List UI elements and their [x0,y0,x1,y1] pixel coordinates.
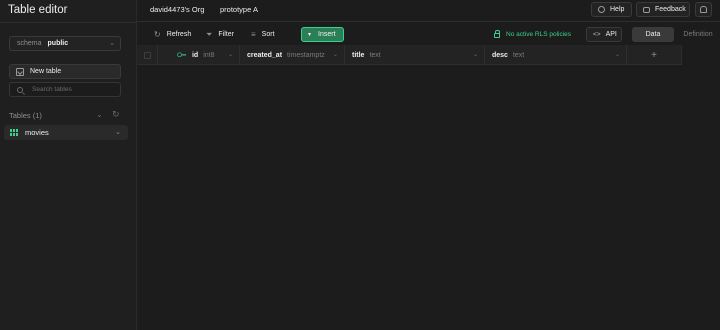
chevron-down-icon[interactable]: ⌄ [333,51,338,58]
tab-data[interactable]: Data [632,27,674,42]
sidebar: Table editor schema public ⌄ New table S… [0,0,137,330]
message-icon [643,6,650,13]
schema-label: schema [17,40,42,47]
refresh-button[interactable]: ↻ Refresh [154,27,191,42]
key-icon: O━ [177,52,186,59]
notifications-button[interactable] [695,2,712,17]
edit-icon [16,67,24,76]
chevron-down-icon[interactable]: ⌄ [615,51,620,58]
top-bar: david4473's Org prototype A Help Feedbac… [137,0,720,22]
insert-label: Insert [318,31,336,38]
sort-label: Sort [261,31,275,38]
bell-icon [700,6,707,13]
search-icon [17,86,23,93]
column-type: text [369,51,381,59]
filter-button[interactable]: ⏷ Filter [206,27,234,42]
org-breadcrumb[interactable]: david4473's Org [150,5,204,14]
search-placeholder: Search tables [32,86,72,93]
api-label: API [605,31,617,38]
chevron-down-icon[interactable]: ⌄ [228,51,233,58]
api-button[interactable]: <> API [586,27,622,42]
help-icon [598,6,605,13]
chevron-updown-icon: ⌄ [109,40,115,47]
divider [0,22,137,23]
column-name: id [191,51,199,59]
column-header-id[interactable]: O━ id int8 ⌄ [158,45,240,65]
select-all-cell [137,45,158,65]
filter-label: Filter [218,31,234,38]
column-header-desc[interactable]: desc text ⌄ [485,45,627,65]
feedback-label: Feedback [655,6,686,13]
project-breadcrumb[interactable]: prototype A [220,5,258,14]
code-icon: <> [593,31,601,38]
column-type: timestamptz [287,51,325,59]
column-name: created_at [247,51,283,59]
column-header-created-at[interactable]: created_at timestamptz ⌄ [240,45,345,65]
select-all-checkbox[interactable] [143,51,151,59]
column-type: int8 [203,51,215,59]
rls-status-link[interactable]: No active RLS policies [494,30,572,38]
tab-definition[interactable]: Definition [678,27,718,42]
page-title: Table editor [8,4,68,16]
column-type: text [512,51,525,59]
refresh-icon[interactable]: ↻ [112,109,120,120]
collapse-icon[interactable]: ⌄ [96,110,103,119]
new-table-label: New table [30,68,62,75]
column-name: title [352,51,365,59]
feedback-button[interactable]: Feedback [636,2,690,17]
column-name: desc [492,51,508,59]
grid-header: O━ id int8 ⌄ created_at timestamptz ⌄ ti… [137,45,682,65]
sort-icon: ≡ [251,30,256,39]
chevron-down-icon[interactable]: ⌄ [115,128,121,136]
insert-button[interactable]: ▾ Insert [301,27,344,42]
schema-value: public [47,40,69,47]
sort-button[interactable]: ≡ Sort [251,27,275,42]
chevron-down-icon[interactable]: ⌄ [473,51,478,58]
table-icon [10,129,18,136]
schema-select[interactable]: schema public ⌄ [9,36,121,51]
toolbar: ↻ Refresh ⏷ Filter ≡ Sort ▾ Insert No ac… [137,23,720,45]
filter-icon: ⏷ [206,29,213,39]
help-button[interactable]: Help [591,2,632,17]
chevron-down-icon: ▾ [308,32,312,38]
search-tables-input[interactable]: Search tables [9,82,121,97]
new-table-button[interactable]: New table [9,64,121,79]
sidebar-item-movies[interactable]: movies ⌄ [4,125,128,140]
help-label: Help [610,6,625,13]
refresh-icon: ↻ [154,30,161,39]
tables-heading: Tables (1) [9,111,42,120]
lock-icon [494,30,500,38]
column-header-title[interactable]: title text ⌄ [345,45,485,65]
sidebar-item-label: movies [25,128,49,137]
refresh-label: Refresh [166,31,192,38]
rls-label: No active RLS policies [506,31,572,38]
add-column-button[interactable]: + [627,45,682,65]
